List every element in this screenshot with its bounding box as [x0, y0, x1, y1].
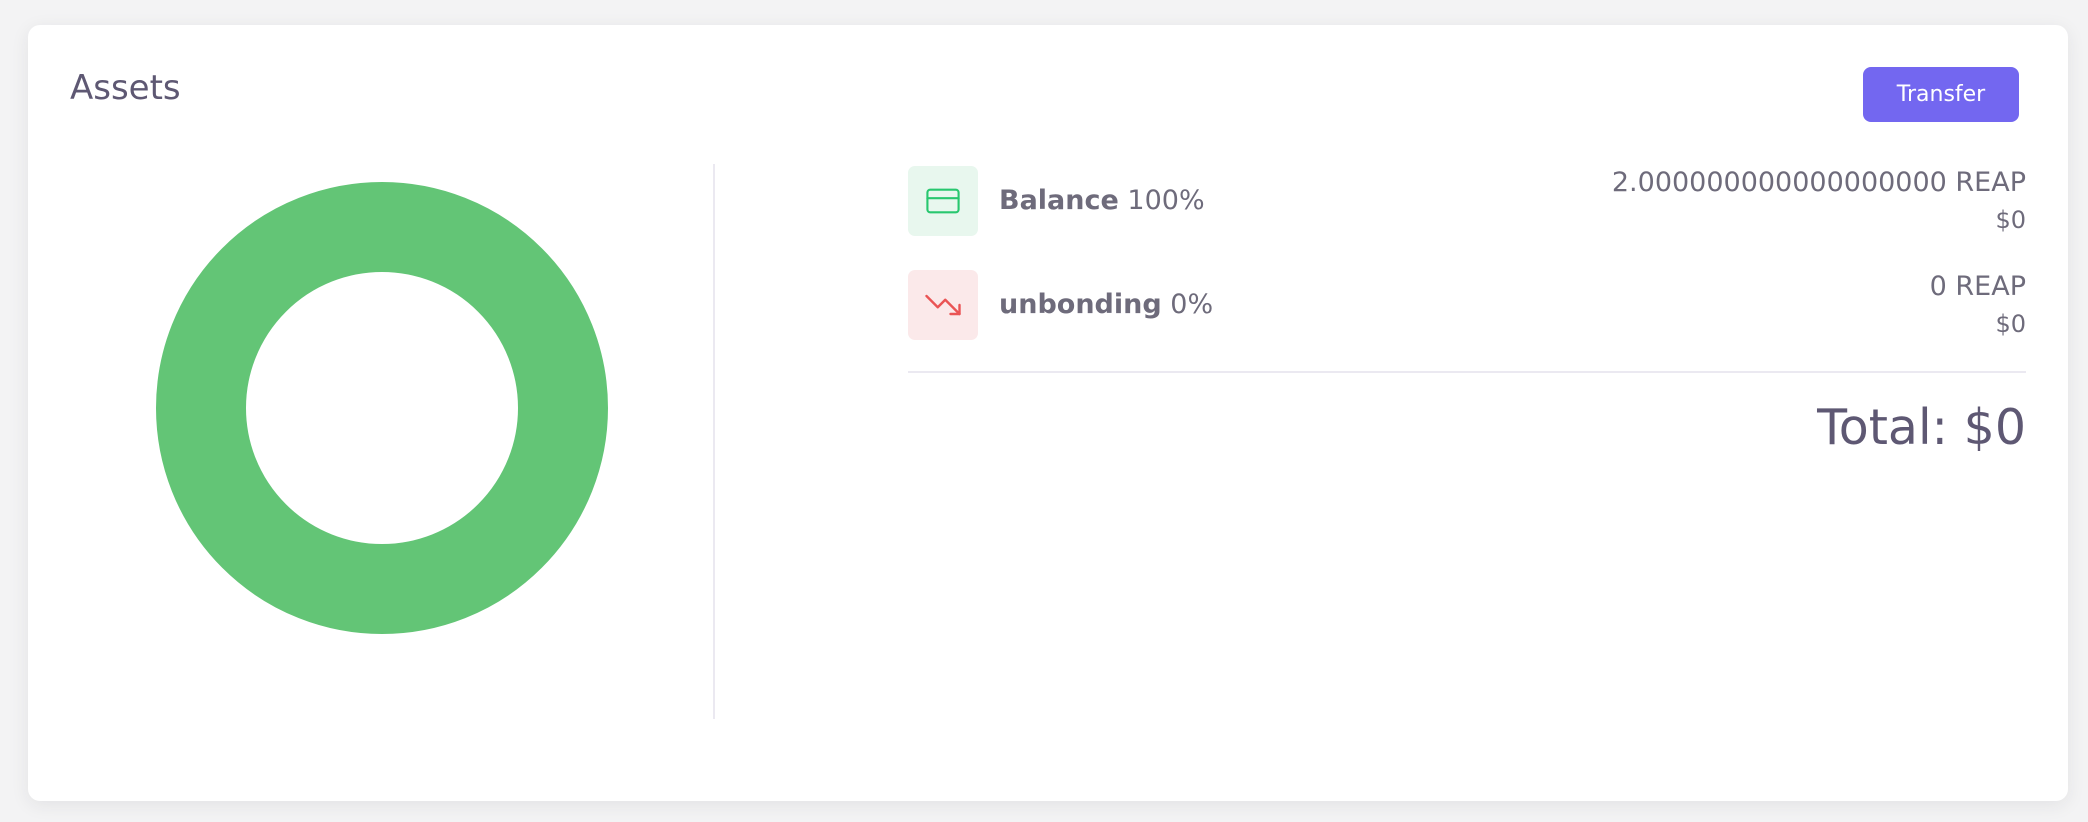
card-title: Assets	[70, 68, 181, 108]
donut-slices	[156, 182, 608, 634]
asset-percent: 100%	[1127, 185, 1205, 216]
asset-row-balance: Balance 100% 2.000000000000000000 REAP $…	[908, 166, 2026, 238]
asset-percent: 0%	[1170, 289, 1214, 320]
trending-down-icon	[908, 270, 978, 340]
asset-label: Balance 100%	[999, 185, 1205, 216]
asset-usd-value: $0	[1995, 310, 2026, 338]
asset-label: unbonding 0%	[999, 289, 1213, 320]
transfer-button[interactable]: Transfer	[1863, 67, 2019, 122]
asset-row-unbonding: unbonding 0% 0 REAP $0	[908, 270, 2026, 342]
asset-amount: 2.000000000000000000 REAP	[1611, 167, 2026, 198]
total-value: Total: $0	[1817, 399, 2026, 456]
assets-card: Assets Transfer Balance 100% 2.000000000…	[28, 25, 2068, 801]
donut-slice-balance	[156, 182, 608, 634]
asset-amount: 0 REAP	[1929, 271, 2026, 302]
asset-name: Balance	[999, 185, 1119, 216]
asset-donut-chart	[156, 182, 608, 634]
asset-name: unbonding	[999, 289, 1162, 320]
credit-card-icon	[908, 166, 978, 236]
asset-usd-value: $0	[1995, 206, 2026, 234]
horizontal-divider	[908, 371, 2026, 373]
vertical-divider	[713, 164, 715, 719]
